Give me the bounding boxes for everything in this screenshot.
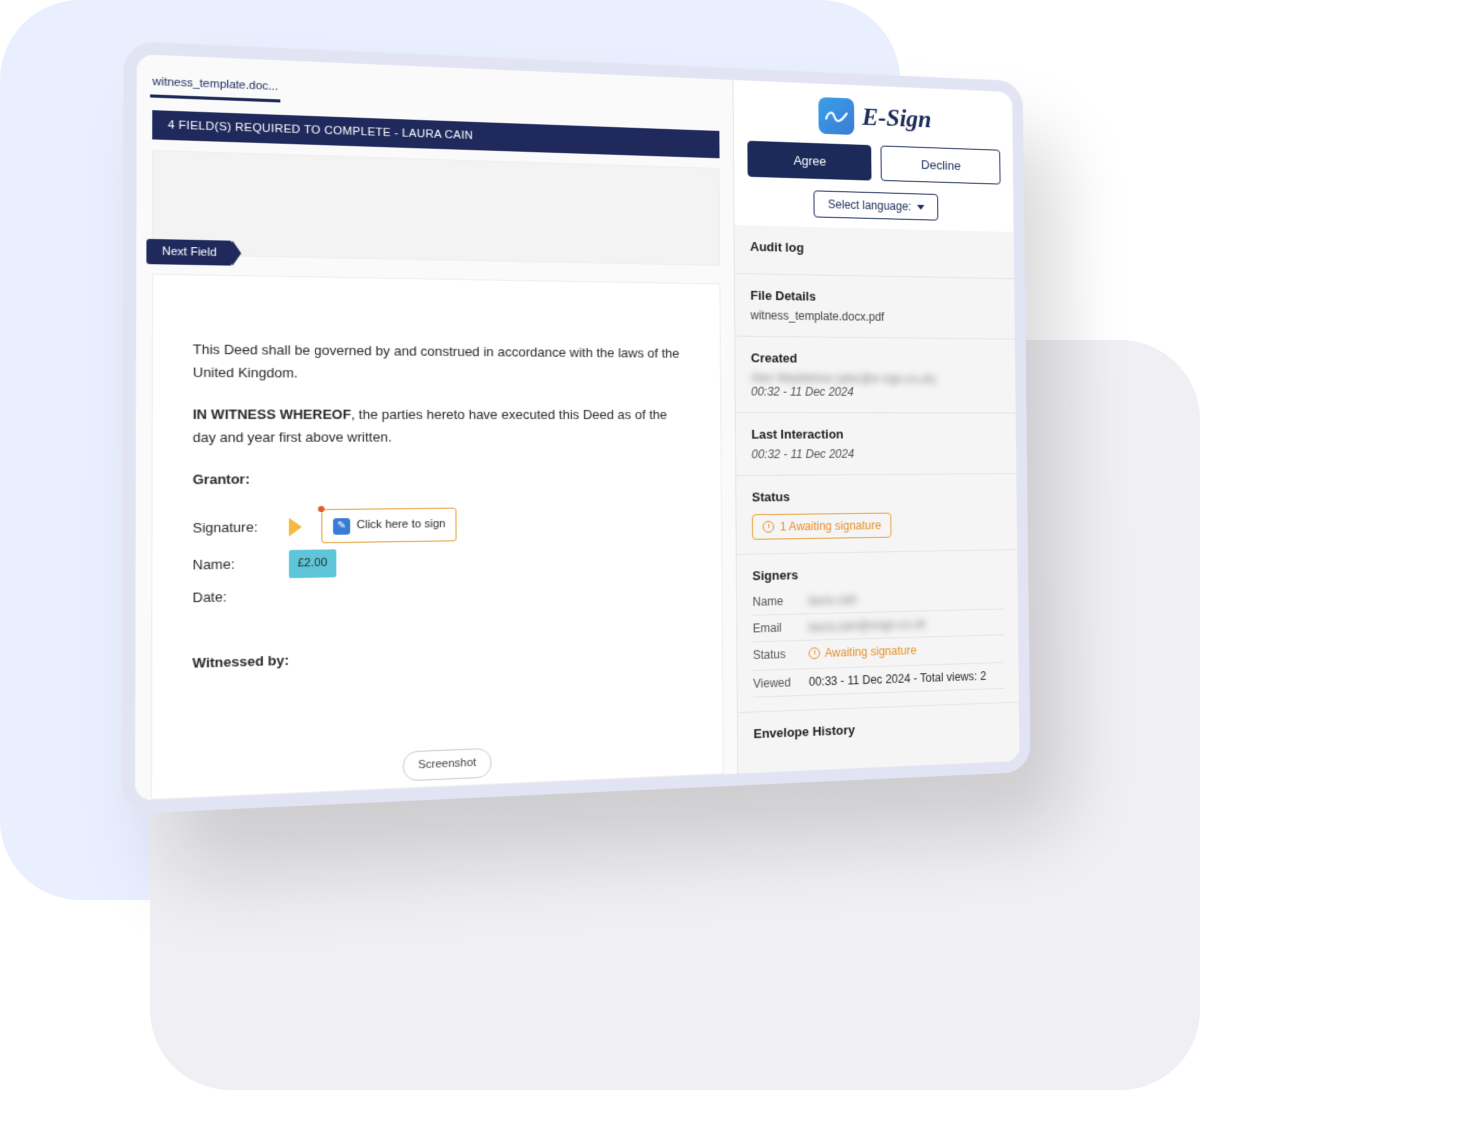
signer-viewed-value: 00:33 - 11 Dec 2024 - Total views: 2 [809, 662, 1004, 695]
doc-witness-line: IN WITNESS WHEREOF, the parties hereto h… [193, 403, 686, 449]
created-timestamp: 00:32 - 11 Dec 2024 [751, 385, 1001, 399]
clock-icon [763, 521, 775, 533]
signers-table: Name laura cain Email laura.cain@esign.c… [752, 584, 1004, 698]
doc-paragraph: This Deed shall be governed by and const… [193, 338, 685, 386]
tablet-frame: witness_template.doc... 4 FIELD(S) REQUI… [121, 41, 1030, 814]
signer-status-value: Awaiting signature [809, 643, 917, 660]
date-label: Date: [192, 585, 271, 610]
brand-logo-icon [819, 97, 855, 135]
signer-status-key: Status [753, 640, 809, 670]
language-select[interactable]: Select language: [814, 190, 938, 220]
field-arrow-icon [289, 517, 302, 536]
next-field-button[interactable]: Next Field [146, 239, 232, 266]
status-text: 1 Awaiting signature [780, 519, 882, 534]
last-interaction-timestamp: 00:32 - 11 Dec 2024 [751, 447, 1001, 462]
grantor-heading: Grantor: [193, 472, 250, 488]
signature-label: Signature: [193, 516, 272, 540]
screenshot-button[interactable]: Screenshot [402, 748, 492, 781]
audit-log-heading: Audit log [750, 239, 1000, 259]
signer-email-key: Email [753, 614, 809, 642]
signers-heading: Signers [752, 564, 1003, 584]
signer-name-key: Name [752, 588, 808, 615]
signature-icon: ✎ [333, 518, 350, 535]
decline-button[interactable]: Decline [880, 145, 1000, 184]
signer-viewed-key: Viewed [753, 669, 809, 697]
status-badge: 1 Awaiting signature [752, 513, 892, 540]
file-details-value: witness_template.docx.pdf [750, 308, 1000, 325]
status-heading: Status [752, 487, 1002, 504]
signature-swoosh-icon [824, 107, 849, 125]
name-label: Name: [193, 553, 272, 578]
witnessed-by-heading: Witnessed by: [192, 652, 289, 671]
chevron-down-icon [917, 204, 924, 209]
document-page: This Deed shall be governed by and const… [151, 274, 724, 800]
file-details-heading: File Details [750, 288, 1000, 306]
required-fields-banner: 4 FIELD(S) REQUIRED TO COMPLETE - LAURA … [152, 110, 719, 158]
previous-page-edge: Next Field [152, 150, 720, 266]
signature-field-button[interactable]: ✎ Click here to sign [321, 508, 457, 543]
clock-icon [809, 647, 821, 659]
language-select-label: Select language: [828, 198, 911, 214]
agree-button[interactable]: Agree [747, 141, 871, 181]
created-by: Alex Waddelove (alex@e-sign.co.uk) [751, 371, 1001, 386]
last-interaction-heading: Last Interaction [751, 427, 1001, 442]
name-field-chip[interactable]: £2.00 [289, 549, 336, 578]
document-pane: witness_template.doc... 4 FIELD(S) REQUI… [135, 54, 738, 801]
brand: E-Sign [733, 80, 1012, 150]
brand-name: E-Sign [862, 103, 932, 134]
created-heading: Created [751, 350, 1001, 366]
required-dot-icon [318, 506, 324, 512]
sidebar: E-Sign Agree Decline Select language: Au… [733, 80, 1019, 774]
document-tab[interactable]: witness_template.doc... [150, 71, 280, 102]
signature-button-label: Click here to sign [357, 515, 446, 535]
envelope-history-heading: Envelope History [753, 717, 1004, 742]
